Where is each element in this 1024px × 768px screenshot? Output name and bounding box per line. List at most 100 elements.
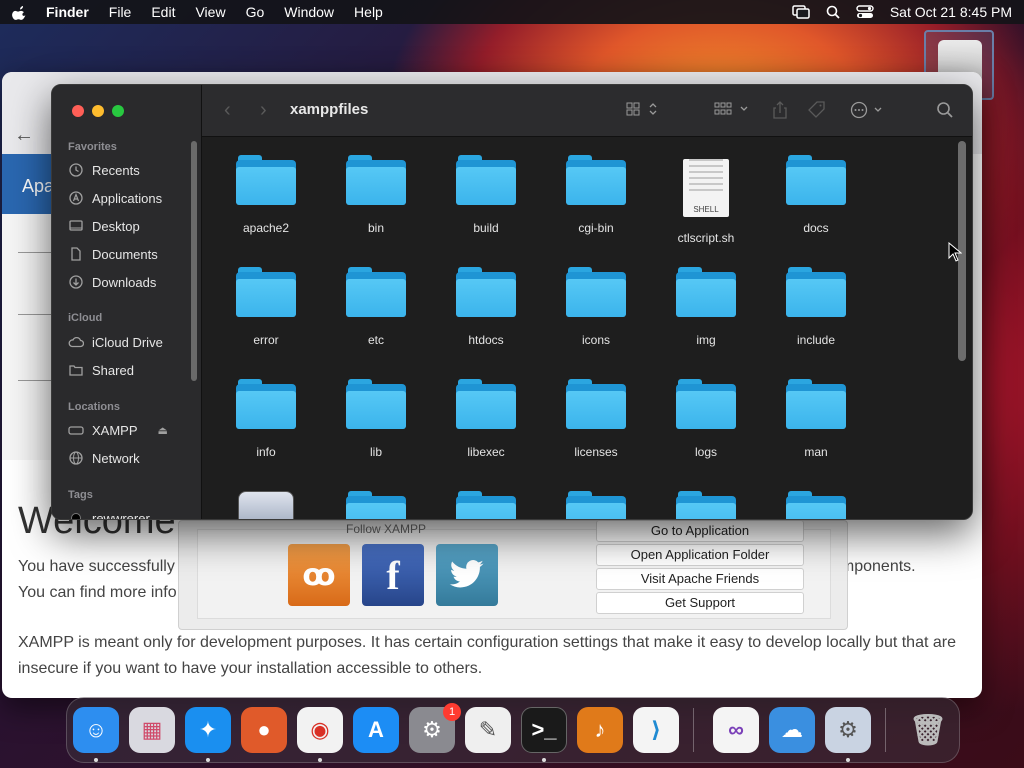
more-actions-icon[interactable] (850, 101, 884, 119)
folder-item[interactable]: man (766, 379, 866, 459)
terminal-icon[interactable]: >_ (521, 707, 567, 753)
group-by-icon[interactable] (714, 101, 750, 117)
system-settings-icon[interactable]: ⚙ 1 (409, 703, 461, 753)
launchpad-icon[interactable]: ▦ (129, 707, 175, 753)
folder-item[interactable] (656, 491, 756, 519)
sidebar-item-downloads[interactable]: Downloads (68, 272, 156, 292)
sidebar-scrollbar[interactable] (191, 141, 197, 381)
folder-item[interactable]: docs (766, 155, 866, 235)
menu-window[interactable]: Window (284, 4, 334, 20)
folder-item[interactable]: icons (546, 267, 646, 347)
sidebar-item-label: Desktop (92, 218, 140, 234)
sidebar-item-xampp[interactable]: XAMPP ⏏ (68, 420, 168, 440)
folder-icon (566, 379, 626, 431)
finder-window: Favorites Recents Applications Desktop D… (51, 84, 973, 520)
running-indicator (94, 758, 98, 762)
xampp-logo-icon[interactable]: ꝏ (288, 544, 350, 606)
sidebar-item-applications[interactable]: Applications (68, 188, 162, 208)
menu-help[interactable]: Help (354, 4, 383, 20)
app-item[interactable] (216, 491, 316, 519)
tag-color-dot (68, 511, 84, 519)
sidebar-item-tag[interactable]: rewwrerer (68, 508, 150, 519)
back-nav-icon[interactable]: ‹ (224, 99, 231, 122)
finder-icon[interactable]: ☺ (73, 707, 119, 753)
menu-go[interactable]: Go (246, 4, 265, 20)
sidebar-item-desktop[interactable]: Desktop (68, 216, 140, 236)
share-icon[interactable] (772, 101, 788, 119)
view-mode-icon[interactable] (626, 101, 658, 117)
folder-item[interactable]: img (656, 267, 756, 347)
folder-icon (676, 379, 736, 431)
dock-glyph: ✎ (478, 717, 498, 742)
search-icon[interactable] (936, 101, 954, 119)
folder-item[interactable] (546, 491, 646, 519)
safari-icon[interactable]: ✦ (185, 707, 231, 753)
open-application-folder-button[interactable]: Open Application Folder (596, 544, 804, 566)
menu-view[interactable]: View (195, 4, 225, 20)
cloud-icon (68, 335, 84, 349)
folder-item[interactable]: etc (326, 267, 426, 347)
eject-icon[interactable]: ⏏ (158, 424, 168, 437)
go-to-application-button[interactable]: Go to Application (596, 520, 804, 542)
weather-icon[interactable]: ☁ (769, 707, 815, 753)
menu-finder[interactable]: Finder (46, 4, 89, 20)
sidebar-item-label: iCloud Drive (92, 334, 163, 350)
garageband-icon[interactable]: ♪ (577, 707, 623, 753)
browser-nav-label: Apa (2, 154, 52, 214)
file-name: docs (803, 221, 829, 235)
visual-studio-icon[interactable]: ∞ (713, 707, 759, 753)
folder-item[interactable]: apache2 (216, 155, 316, 235)
xampp-manager-icon[interactable]: ⚙ (825, 707, 871, 753)
trash-icon[interactable]: 🗑 (905, 707, 951, 753)
folder-item[interactable]: logs (656, 379, 756, 459)
sidebar-item-icloud-drive[interactable]: iCloud Drive (68, 332, 163, 352)
facebook-icon[interactable]: f (362, 544, 424, 606)
forward-nav-icon[interactable]: › (260, 99, 267, 122)
menu-file[interactable]: File (109, 4, 132, 20)
folder-item[interactable]: htdocs (436, 267, 536, 347)
folder-item[interactable]: info (216, 379, 316, 459)
folder-item[interactable] (436, 491, 536, 519)
sidebar-item-network[interactable]: Network (68, 448, 140, 468)
menu-clock[interactable]: Sat Oct 21 8:45 PM (890, 4, 1012, 20)
folder-item[interactable]: include (766, 267, 866, 347)
browser-back-icon[interactable]: ← (14, 124, 34, 147)
folder-icon (456, 155, 516, 207)
sidebar-item-label: Documents (92, 246, 158, 262)
app-store-icon[interactable]: A (353, 707, 399, 753)
folder-item[interactable] (766, 491, 866, 519)
sidebar-item-documents[interactable]: Documents (68, 244, 158, 264)
zoom-window-button[interactable] (112, 105, 124, 117)
folder-item[interactable]: libexec (436, 379, 536, 459)
dock-glyph: ☁ (781, 717, 803, 742)
get-support-button[interactable]: Get Support (596, 592, 804, 614)
app-icon (238, 491, 294, 519)
visit-apache-friends-button[interactable]: Visit Apache Friends (596, 568, 804, 590)
apple-menu-icon[interactable] (12, 4, 28, 20)
folder-item[interactable]: cgi-bin (546, 155, 646, 235)
folder-item[interactable]: bin (326, 155, 426, 235)
close-window-button[interactable] (72, 105, 84, 117)
sidebar-item-shared[interactable]: Shared (68, 360, 134, 380)
twitter-icon[interactable] (436, 544, 498, 606)
spotlight-search-icon[interactable] (826, 5, 840, 19)
file-item[interactable]: SHELL ctlscript.sh (656, 155, 756, 245)
menu-edit[interactable]: Edit (151, 4, 175, 20)
file-name: cgi-bin (578, 221, 614, 235)
folder-item[interactable]: lib (326, 379, 426, 459)
chrome-icon[interactable]: ◉ (297, 707, 343, 753)
textedit-icon[interactable]: ✎ (465, 707, 511, 753)
minimize-window-button[interactable] (92, 105, 104, 117)
firefox-icon[interactable]: ● (241, 707, 287, 753)
screen-mirroring-icon[interactable] (792, 5, 810, 19)
folder-item[interactable]: licenses (546, 379, 646, 459)
control-center-icon[interactable] (856, 5, 874, 19)
folder-item[interactable]: build (436, 155, 536, 235)
folder-item[interactable] (326, 491, 426, 519)
vscode-icon[interactable]: ⟩ (633, 707, 679, 753)
tag-icon[interactable] (808, 101, 826, 119)
sidebar-item-recents[interactable]: Recents (68, 160, 140, 180)
dock-separator (693, 708, 694, 752)
folder-item[interactable]: error (216, 267, 316, 347)
file-name: info (256, 445, 276, 459)
